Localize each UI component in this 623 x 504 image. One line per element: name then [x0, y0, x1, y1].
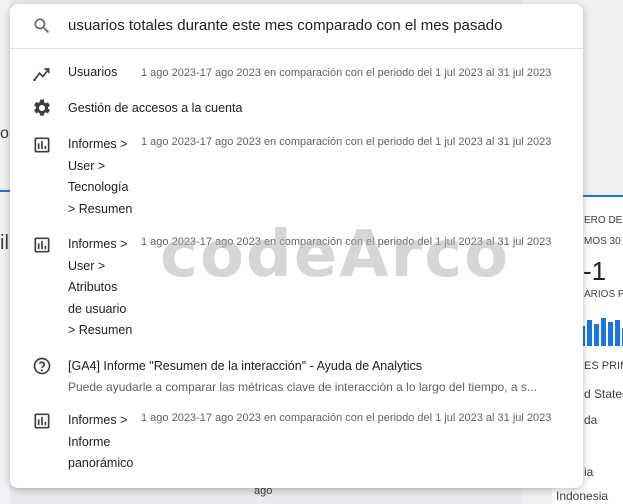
- breadcrumb-part: Informes >: [68, 237, 128, 251]
- result-item-user-attributes[interactable]: Informes > User > Atributos de usuario >…: [10, 234, 583, 344]
- breadcrumb-part: > Resumen: [68, 323, 133, 337]
- breadcrumb-part: User >: [68, 258, 106, 273]
- result-title: [GA4] Informe "Resumen de la interacción…: [68, 359, 422, 373]
- background-country: da: [584, 413, 598, 427]
- gear-icon: [34, 99, 50, 116]
- breadcrumb-part: Atributos: [68, 280, 118, 294]
- search-icon: [34, 18, 50, 34]
- result-item-usuarios[interactable]: Usuarios 1 ago 2023-17 ago 2023 en compa…: [10, 56, 583, 92]
- result-breadcrumb: Informes > User > Tecnología > Resumen: [68, 134, 132, 220]
- breadcrumb-part: panorámico: [68, 456, 134, 470]
- result-date-range: 1 ago 2023-17 ago 2023 en comparación co…: [141, 67, 552, 79]
- result-breadcrumb: Informes > User > Atributos de usuario >…: [68, 234, 132, 342]
- result-date-range: 1 ago 2023-17 ago 2023 en comparación co…: [141, 236, 552, 248]
- background-country: Indonesia: [556, 489, 609, 503]
- report-icon: [34, 237, 50, 253]
- result-item-tech-overview[interactable]: Informes > User > Tecnología > Resumen 1…: [10, 134, 583, 224]
- result-item-panoramic-report[interactable]: Informes > Informe panorámico 1 ago 2023…: [10, 410, 583, 478]
- background-section-label: ES PRIM: [584, 360, 623, 372]
- breadcrumb-part: Informes >: [68, 413, 128, 427]
- background-card-label: ARIOS P: [584, 289, 623, 300]
- help-icon: [33, 357, 51, 375]
- result-item-help-article[interactable]: [GA4] Informe "Resumen de la interacción…: [10, 354, 583, 400]
- result-title: Gestión de accesos a la cuenta: [68, 101, 243, 115]
- breadcrumb-part: User >: [68, 158, 106, 173]
- breadcrumb-part: Informes >: [68, 137, 128, 151]
- report-icon: [34, 137, 50, 153]
- breadcrumb-part: Tecnología: [68, 180, 129, 194]
- breadcrumb-part: > Resumen: [68, 201, 133, 216]
- result-date-range: 1 ago 2023-17 ago 2023 en comparación co…: [141, 412, 552, 424]
- search-results-panel: usuarios totales durante este mes compar…: [10, 4, 583, 488]
- search-input[interactable]: usuarios totales durante este mes compar…: [68, 17, 502, 34]
- breadcrumb-part: de usuario: [68, 301, 127, 316]
- result-breadcrumb: Informes > Informe panorámico: [68, 410, 133, 475]
- result-item-access-management[interactable]: Gestión de accesos a la cuenta: [10, 96, 583, 122]
- background-mini-bar-chart: [580, 318, 623, 346]
- trend-icon: [33, 68, 50, 82]
- background-fragment: il: [0, 232, 9, 254]
- background-fragment: o: [0, 125, 9, 142]
- background-country: ia: [584, 465, 594, 479]
- report-icon: [34, 413, 50, 429]
- background-country: d States: [584, 387, 623, 401]
- background-card-label: MOS 30: [584, 236, 621, 247]
- result-snippet: Puede ayudarle a comparar las métricas c…: [68, 380, 537, 394]
- result-date-range: 1 ago 2023-17 ago 2023 en comparación co…: [141, 136, 552, 148]
- result-title: Usuarios: [68, 65, 118, 79]
- background-card-value: -1: [583, 256, 607, 286]
- background-card-label: ERO DE: [584, 215, 623, 226]
- background-card-accent: [583, 195, 623, 197]
- breadcrumb-part: Informe: [68, 434, 111, 449]
- background-tab-indicator: [0, 190, 10, 192]
- search-bar[interactable]: usuarios totales durante este mes compar…: [10, 4, 583, 49]
